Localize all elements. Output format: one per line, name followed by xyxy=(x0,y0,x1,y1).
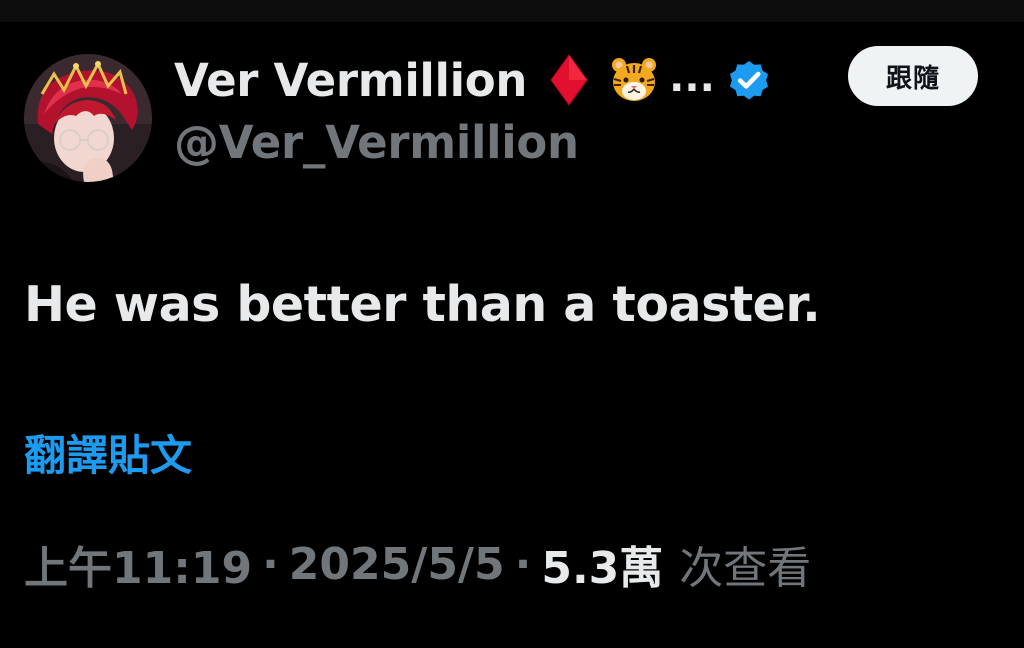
tweet-text: He was better than a toaster. xyxy=(24,276,821,333)
name-truncation: ... xyxy=(669,55,715,101)
separator-dot: · xyxy=(262,538,279,590)
separator-dot: · xyxy=(514,538,532,590)
avatar[interactable] xyxy=(24,54,152,182)
display-name[interactable]: Ver Vermillion xyxy=(174,54,527,107)
tweet-meta: 上午11:19 · 2025/5/5 · 5.3萬 次查看 xyxy=(24,536,811,595)
views-count[interactable]: 5.3萬 xyxy=(541,532,663,596)
tweet-date[interactable]: 2025/5/5 xyxy=(289,539,505,590)
top-bar xyxy=(0,0,1024,22)
tweet-header: Ver Vermillion ... @Ver_Vermillion 跟隨 xyxy=(24,46,1000,184)
follow-button[interactable]: 跟隨 xyxy=(848,46,978,106)
translate-post-link[interactable]: 翻譯貼文 xyxy=(24,422,192,483)
name-row: Ver Vermillion ... xyxy=(174,52,773,108)
user-handle[interactable]: @Ver_Vermillion xyxy=(174,116,579,169)
tiger-face-icon xyxy=(609,55,659,105)
verified-badge-icon[interactable] xyxy=(725,56,773,104)
red-diamond-icon xyxy=(549,54,589,106)
tweet-time[interactable]: 上午11:19 xyxy=(24,532,252,596)
views-label: 次查看 xyxy=(679,543,812,594)
